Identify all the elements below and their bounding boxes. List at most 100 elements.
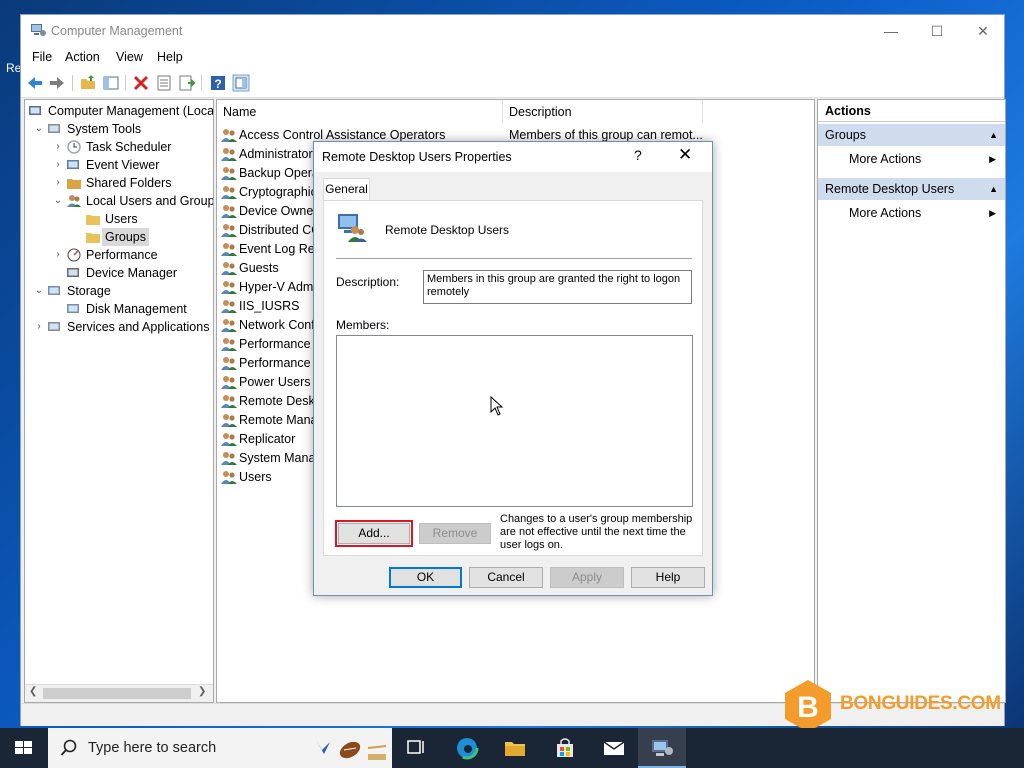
group-name-cell: Remote Manag	[239, 413, 325, 427]
tree-node[interactable]: ⌄ Storage	[25, 282, 211, 300]
more-actions-label: More Actions	[849, 206, 922, 220]
tree-node-label: System Tools	[67, 122, 142, 136]
dialog-help-button[interactable]: ?	[634, 147, 642, 163]
mail-icon[interactable]	[602, 736, 626, 760]
description-label: Description:	[336, 275, 400, 289]
group-name-cell: Event Log Rea	[239, 242, 322, 256]
apply-button[interactable]: Apply	[550, 567, 624, 588]
bonguides-logo: B	[785, 680, 831, 732]
scroll-left-icon[interactable]: ❮	[29, 686, 37, 697]
tree-node[interactable]: Computer Management (Local	[25, 102, 213, 120]
windows-start-icon[interactable]	[0, 728, 48, 768]
collapse-up-icon[interactable]: ▲	[989, 178, 998, 200]
menu-help[interactable]: Help	[157, 50, 183, 64]
microsoft-store-icon[interactable]	[553, 736, 577, 760]
tree-node-label: Groups	[102, 228, 149, 246]
more-actions-item[interactable]: More Actions ▶	[818, 148, 1005, 170]
column-header-name[interactable]: Name	[217, 100, 503, 124]
tree-node[interactable]: › Services and Applications	[25, 318, 211, 336]
tree-node[interactable]: › Task Scheduler	[25, 138, 211, 156]
group-icon	[221, 452, 237, 465]
tools-icon	[48, 124, 60, 133]
folder-icon	[86, 233, 100, 243]
cancel-button[interactable]: Cancel	[469, 567, 543, 588]
collapse-up-icon[interactable]: ▲	[989, 124, 998, 146]
event-viewer-icon	[67, 160, 79, 169]
tree-node[interactable]: › Performance	[25, 246, 211, 264]
properties-icon[interactable]	[155, 74, 173, 92]
delete-icon[interactable]	[132, 74, 150, 92]
computer-management-taskbar-button[interactable]	[638, 728, 686, 768]
collapse-chevron-icon[interactable]: ⌄	[34, 120, 44, 138]
tree-horizontal-scrollbar[interactable]: ❮ ❯	[25, 684, 213, 702]
scrollbar-thumb[interactable]	[43, 688, 191, 699]
scroll-right-icon[interactable]: ❯	[198, 686, 206, 697]
clock-icon	[67, 140, 81, 154]
help-icon[interactable]: ?	[209, 74, 227, 92]
dialog-title: Remote Desktop Users Properties	[322, 150, 512, 164]
help-button[interactable]: Help	[631, 567, 705, 588]
menu-file[interactable]: File	[32, 50, 52, 64]
group-icon	[221, 205, 237, 218]
group-icon	[221, 281, 237, 294]
group-name-cell: IIS_IUSRS	[239, 299, 300, 313]
tree-node[interactable]: › Event Viewer	[25, 156, 211, 174]
up-folder-icon[interactable]	[79, 74, 97, 92]
show-hide-action-pane-icon[interactable]	[232, 74, 250, 92]
column-header-description[interactable]: Description	[503, 100, 703, 124]
tree-node[interactable]: Disk Management	[25, 300, 211, 318]
computer-management-icon	[31, 24, 46, 36]
edge-browser-icon[interactable]	[455, 736, 479, 760]
collapse-chevron-icon[interactable]: ⌄	[34, 282, 44, 300]
task-view-icon[interactable]	[404, 736, 428, 760]
remove-button[interactable]: Remove	[419, 523, 491, 544]
navigation-tree: Computer Management (Local ⌄ System Tools ›…	[24, 99, 214, 703]
expand-chevron-icon[interactable]: ›	[53, 138, 63, 156]
forward-arrow-icon[interactable]	[48, 74, 66, 92]
more-actions-item[interactable]: More Actions ▶	[818, 202, 1005, 224]
device-manager-icon	[67, 268, 79, 277]
menu-view[interactable]: View	[116, 50, 143, 64]
description-field[interactable]: Members in this group are granted the ri…	[423, 270, 692, 304]
tree-node[interactable]: Users	[25, 210, 211, 228]
tree-node[interactable]: Groups	[25, 228, 211, 246]
folder-icon	[86, 215, 100, 225]
maximize-button[interactable]: ☐	[914, 15, 960, 47]
members-list[interactable]	[336, 335, 693, 507]
actions-section-remote-desktop-users[interactable]: Remote Desktop Users ▲	[818, 178, 1005, 200]
export-list-icon[interactable]	[178, 74, 196, 92]
group-name-cell: Replicator	[239, 432, 296, 446]
tree-node-label: Performance	[86, 248, 158, 262]
ok-button[interactable]: OK	[389, 567, 462, 588]
expand-chevron-icon[interactable]: ›	[53, 156, 63, 174]
add-button[interactable]: Add...	[335, 520, 413, 547]
tree-node[interactable]: Device Manager	[25, 264, 211, 282]
group-name-cell: Cryptographic	[239, 185, 317, 199]
minimize-button[interactable]: —	[868, 15, 914, 47]
search-highlight-icon	[316, 740, 387, 760]
tree-node-label: Task Scheduler	[86, 140, 172, 154]
divider	[336, 258, 692, 259]
tree-node[interactable]: ⌄ System Tools	[25, 120, 211, 138]
expand-chevron-icon[interactable]: ›	[34, 318, 44, 336]
membership-note: Changes to a user's group membership are…	[500, 513, 693, 551]
expand-chevron-icon[interactable]: ›	[53, 174, 63, 192]
tree-node[interactable]: › Shared Folders	[25, 174, 211, 192]
taskbar-search-box[interactable]: Type here to search	[48, 728, 392, 768]
more-actions-label: More Actions	[849, 152, 922, 166]
dialog-close-button[interactable]: ✕	[678, 145, 692, 165]
group-name-cell: Device Owners	[239, 204, 324, 218]
close-button[interactable]: ✕	[960, 15, 1006, 47]
back-arrow-icon[interactable]	[26, 74, 44, 92]
expand-chevron-icon[interactable]: ›	[53, 246, 63, 264]
collapse-chevron-icon[interactable]: ⌄	[53, 192, 63, 210]
actions-pane: Actions Groups ▲ More Actions ▶ Remote D…	[817, 99, 1006, 703]
group-name-cell: Users	[239, 470, 272, 484]
tab-general[interactable]: General	[323, 178, 370, 200]
file-explorer-icon[interactable]	[503, 736, 527, 760]
show-hide-tree-icon[interactable]	[102, 74, 120, 92]
menu-action[interactable]: Action	[65, 50, 100, 64]
actions-section-groups[interactable]: Groups ▲	[818, 124, 1005, 146]
tree-node[interactable]: ⌄ Local Users and Groups	[25, 192, 213, 210]
group-icon	[221, 167, 237, 180]
